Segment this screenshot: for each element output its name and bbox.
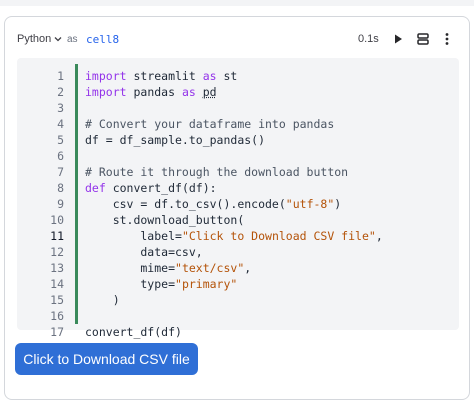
code-token: ) [85, 293, 120, 307]
top-divider [0, 0, 474, 6]
code-token: "primary" [175, 277, 238, 291]
line-number: 8 [57, 181, 64, 195]
more-options-button[interactable] [438, 30, 456, 48]
code-content[interactable]: import streamlit as st import pandas as p… [85, 68, 383, 340]
line-number: 7 [57, 165, 64, 179]
code-token: data=csv, [85, 245, 203, 259]
code-line: convert_df(df) [85, 324, 383, 340]
code-line: data=csv, [85, 244, 383, 260]
code-line: csv = df.to_csv().encode("utf-8") [85, 196, 383, 212]
download-csv-button[interactable]: Click to Download CSV file [15, 343, 198, 375]
code-token: "text/csv" [175, 261, 245, 275]
line-number: 12 [50, 245, 64, 259]
code-line: # Route it through the download button [85, 164, 383, 180]
code-token: pandas [126, 85, 182, 99]
code-line: # Convert your dataframe into pandas [85, 116, 383, 132]
language-selector[interactable]: Python [17, 33, 63, 45]
code-token: import [85, 69, 127, 83]
code-token: df = df_sample.to_pandas() [85, 133, 266, 147]
code-token: # Route it through the download button [85, 165, 349, 179]
code-token: convert_df(df) [85, 325, 182, 339]
execution-time: 0.1s [358, 33, 379, 45]
code-line: label="Click to Download CSV file", [85, 228, 383, 244]
code-line: mime="text/csv", [85, 260, 383, 276]
line-number: 2 [57, 85, 64, 99]
code-line: def convert_df(df): [85, 180, 383, 196]
code-token: label= [85, 229, 182, 243]
chevron-down-icon [53, 34, 63, 44]
line-number-gutter: 1 2 3 4 5 6 7 8 9 10 11 12 13 14 15 16 17 [17, 68, 64, 340]
line-number: 5 [57, 133, 64, 147]
line-number: 10 [50, 213, 64, 227]
code-token: ) [334, 197, 342, 211]
code-line: import streamlit as st [85, 68, 383, 84]
line-number: 15 [50, 293, 64, 307]
as-label: as [67, 34, 78, 45]
line-number: 14 [50, 277, 64, 291]
code-line: st.download_button( [85, 212, 383, 228]
code-token: def [85, 181, 106, 195]
line-number: 9 [57, 197, 64, 211]
code-token: as [181, 85, 196, 99]
cell-layout-button[interactable] [414, 30, 432, 48]
code-token: import [85, 85, 127, 99]
code-token: st [216, 69, 238, 83]
code-token: st.download_button( [85, 213, 245, 227]
line-number: 11 [50, 229, 64, 243]
code-token: pd [202, 85, 217, 99]
code-line: import pandas as pd [85, 84, 383, 100]
line-number: 16 [50, 309, 64, 323]
code-editor[interactable]: 1 2 3 4 5 6 7 8 9 10 11 12 13 14 15 16 17 import streaml… [17, 58, 459, 339]
line-number: 3 [57, 101, 64, 115]
more-vertical-icon [445, 33, 449, 45]
line-number: 6 [57, 149, 64, 163]
code-line: df = df_sample.to_pandas() [85, 132, 383, 148]
code-line: type="primary" [85, 276, 383, 292]
line-number: 13 [50, 261, 64, 275]
code-token: , [244, 261, 252, 275]
stack-icon [417, 33, 429, 45]
code-token: "utf-8" [285, 197, 335, 211]
run-cell-button[interactable] [389, 30, 407, 48]
cell-name[interactable]: cell8 [86, 33, 119, 46]
modified-lines-indicator [75, 64, 78, 324]
code-token: mime= [85, 261, 176, 275]
play-icon [395, 34, 402, 44]
code-line: ) [85, 292, 383, 308]
code-token: "Click to Download CSV file" [181, 229, 376, 243]
code-token: # Convert your dataframe into pandas [85, 117, 335, 131]
line-number: 17 [50, 325, 64, 339]
line-number: 4 [57, 117, 64, 131]
code-token: csv = df.to_csv().encode( [85, 197, 286, 211]
code-token: , [375, 229, 383, 243]
language-label: Python [17, 33, 52, 45]
code-token: as [202, 69, 217, 83]
code-token: type= [85, 277, 176, 291]
code-token: convert_df(df): [105, 181, 217, 195]
code-token: streamlit [126, 69, 203, 83]
line-number: 1 [57, 69, 64, 83]
